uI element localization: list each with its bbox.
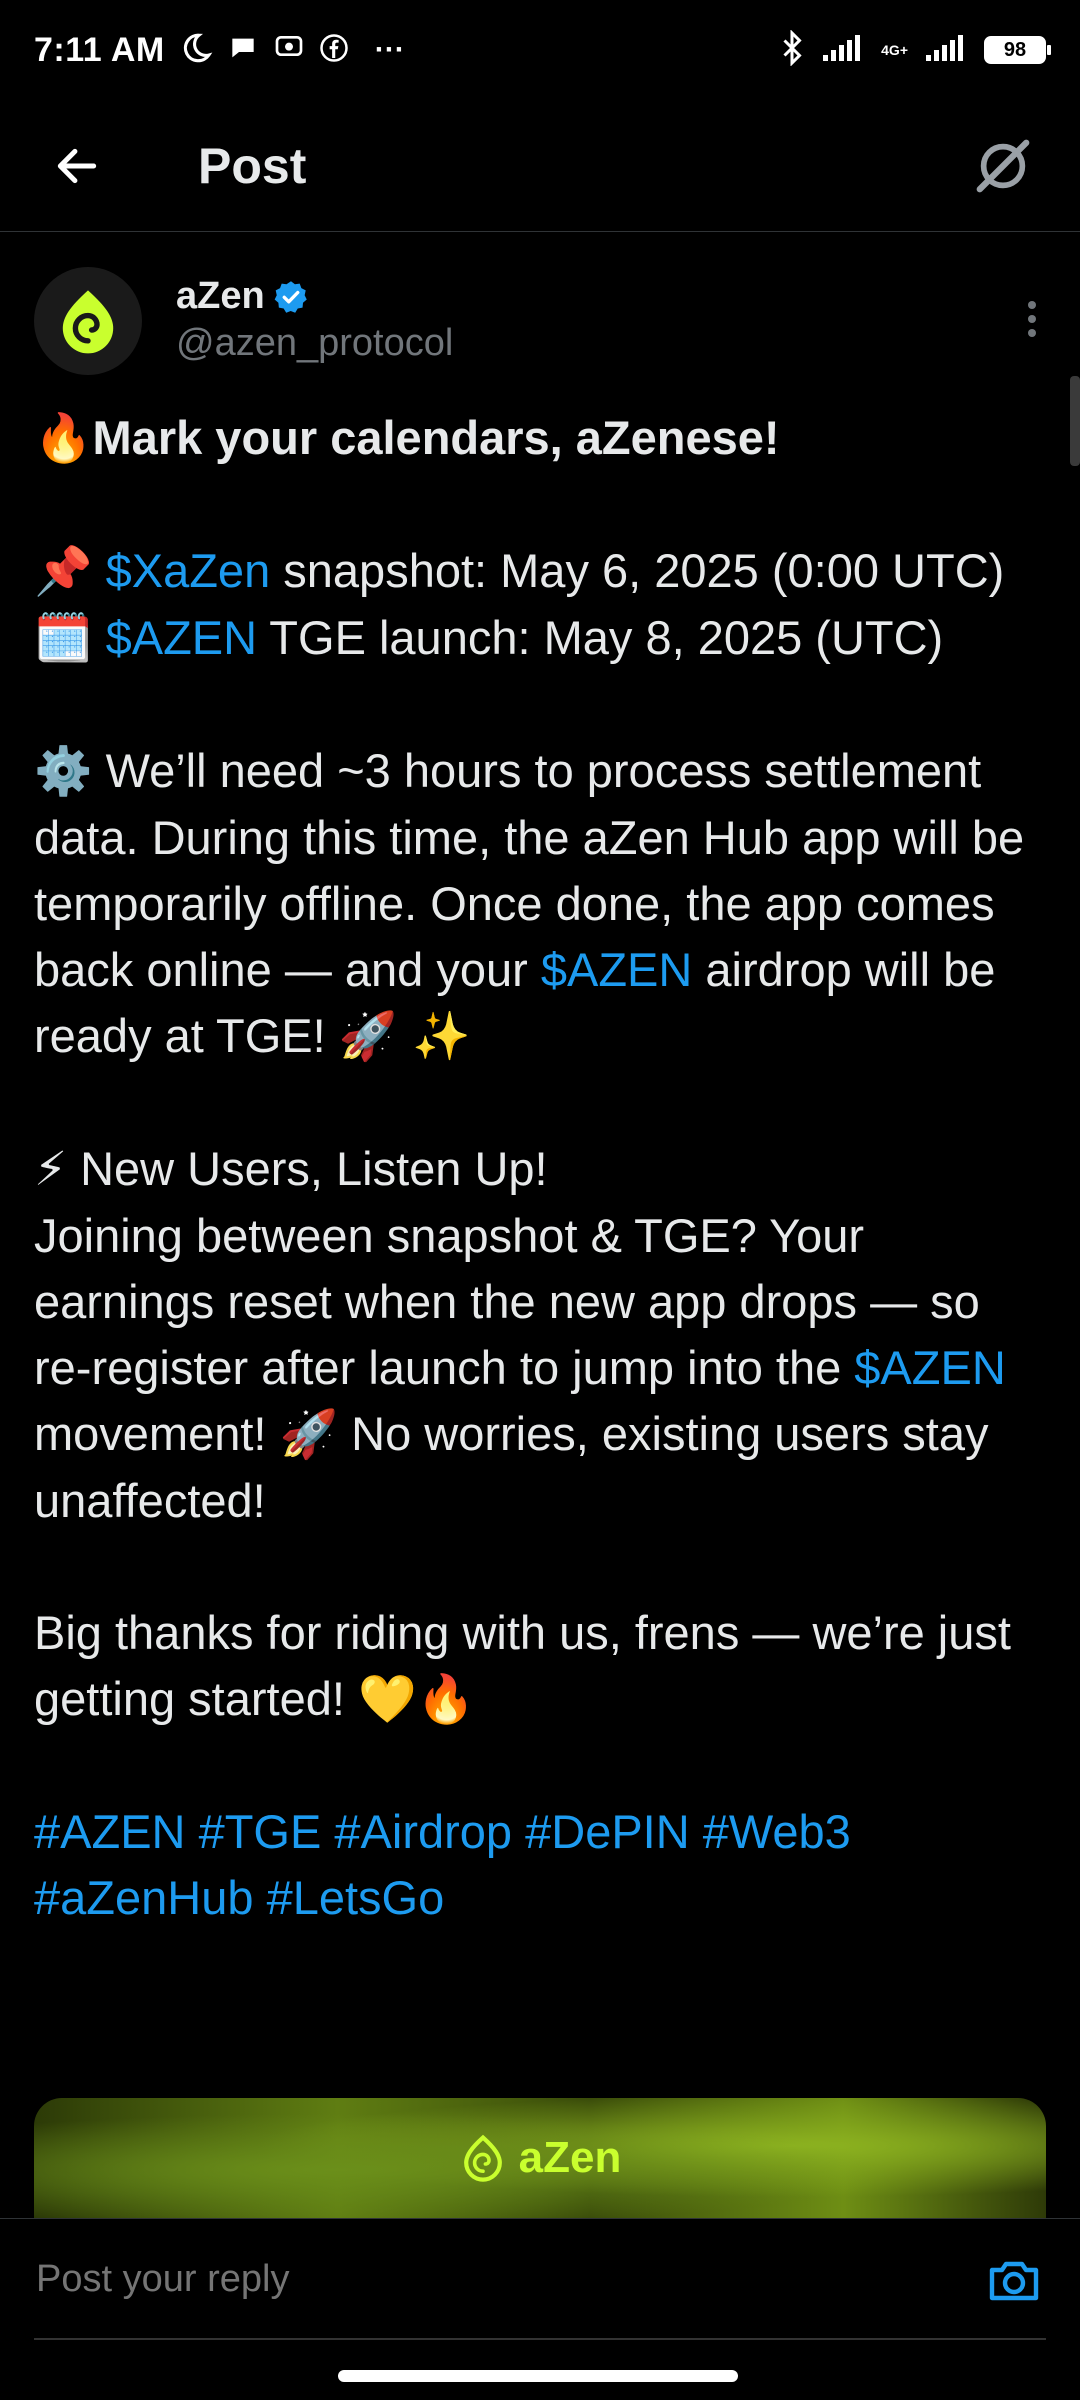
gear-emoji: ⚙️ — [34, 744, 93, 799]
new-users-text-b: movement! — [34, 1407, 280, 1460]
rocket-sparkles-emoji: 🚀 ✨ — [338, 1009, 471, 1064]
new-users-paragraph: Joining between snapshot & TGE? Your ear… — [34, 1203, 1046, 1534]
rocket-emoji: 🚀 — [279, 1407, 339, 1462]
post-author-row: aZen @azen_protocol — [0, 233, 1080, 375]
more-vertical-icon — [1028, 301, 1036, 337]
post-media-image[interactable]: aZen — [34, 2098, 1046, 2218]
cashtag-link[interactable]: $XaZen — [106, 544, 271, 597]
hashtag-link[interactable]: #Airdrop — [334, 1805, 512, 1858]
post: aZen @azen_protocol 🔥Mark your calendars… — [0, 233, 1080, 1931]
post-headline-text: Mark your calendars, aZenese! — [92, 411, 780, 464]
tge-line: 🗓️ $AZEN TGE launch: May 8, 2025 (UTC) — [34, 605, 1046, 672]
lightning-emoji: ⚡ — [34, 1142, 68, 1197]
status-overflow: ··· — [374, 33, 405, 66]
thanks-text: Big thanks for riding with us, frens — w… — [34, 1606, 1011, 1725]
media-logo: aZen — [459, 2133, 622, 2183]
camera-icon — [989, 2261, 1039, 2300]
signal-icon — [821, 33, 865, 68]
cashtag-link[interactable]: $AZEN — [106, 611, 258, 664]
reply-divider — [34, 2338, 1046, 2340]
snapshot-text: snapshot: May 6, 2025 (0:00 UTC) — [270, 544, 1005, 597]
hashtag-link[interactable]: #DePIN — [525, 1805, 690, 1858]
post-headline: 🔥Mark your calendars, aZenese! — [34, 405, 1046, 472]
camera-button[interactable] — [982, 2248, 1046, 2312]
status-bar: 7:11 AM ··· 4G+ 98 — [0, 0, 1080, 100]
azen-logo-icon — [62, 290, 114, 354]
status-right: 4G+ 98 — [779, 28, 1051, 71]
signal-icon-2 — [924, 33, 968, 68]
chat-bubble-icon — [227, 32, 259, 69]
grok-button[interactable] — [966, 129, 1040, 203]
azen-logo-icon — [463, 2134, 502, 2182]
verified-badge-icon — [274, 280, 307, 313]
status-time: 7:11 AM — [34, 30, 165, 69]
hashtag-link[interactable]: #LetsGo — [267, 1871, 445, 1924]
author-handle[interactable]: @azen_protocol — [176, 322, 453, 365]
cashtag-link[interactable]: $AZEN — [854, 1341, 1006, 1394]
pin-emoji: 📌 — [34, 544, 93, 599]
hashtag-link[interactable]: #TGE — [199, 1805, 322, 1858]
post-body: 🔥Mark your calendars, aZenese! 📌 $XaZen … — [0, 405, 1080, 1931]
message-app-icon — [273, 32, 305, 69]
back-button[interactable] — [40, 129, 114, 203]
fire-emoji: 🔥 — [34, 411, 93, 466]
calendar-emoji: 🗓️ — [34, 611, 93, 666]
top-app-bar: Post — [0, 100, 1080, 232]
media-logo-text: aZen — [518, 2133, 622, 2182]
battery-icon: 98 — [984, 36, 1051, 64]
author-name-line: aZen — [176, 275, 453, 318]
cashtag-link[interactable]: $AZEN — [541, 943, 693, 996]
page-title: Post — [198, 137, 307, 194]
network-type: 4G+ — [881, 42, 908, 58]
new-users-text-a: Joining between snapshot & TGE? Your ear… — [34, 1209, 980, 1394]
hashtag-link[interactable]: #aZenHub — [34, 1871, 254, 1924]
settlement-paragraph: ⚙️ We’ll need ~3 hours to process settle… — [34, 738, 1046, 1070]
status-left: 7:11 AM ··· — [34, 31, 405, 70]
tge-text: TGE launch: May 8, 2025 (UTC) — [257, 611, 944, 664]
home-indicator[interactable] — [338, 2370, 738, 2382]
reply-input[interactable] — [34, 2238, 982, 2321]
snapshot-line: 📌 $XaZen snapshot: May 6, 2025 (0:00 UTC… — [34, 538, 1046, 605]
heart-fire-emoji: 💛🔥 — [357, 1672, 476, 1727]
hashtag-link[interactable]: #AZEN — [34, 1805, 186, 1858]
new-users-heading: ⚡ New Users, Listen Up! — [34, 1136, 1046, 1203]
thanks-paragraph: Big thanks for riding with us, frens — w… — [34, 1600, 1046, 1733]
grok-icon — [976, 139, 1030, 192]
battery-level: 98 — [1003, 38, 1027, 61]
moon-icon — [179, 31, 213, 70]
author-name[interactable]: aZen — [176, 275, 265, 318]
reply-bar — [0, 2218, 1080, 2340]
bluetooth-icon — [779, 28, 805, 71]
back-arrow-icon — [57, 148, 97, 183]
scrollbar-thumb[interactable] — [1070, 376, 1080, 466]
avatar[interactable] — [34, 267, 142, 375]
new-users-heading-text: New Users, Listen Up! — [67, 1142, 548, 1195]
facebook-icon — [319, 33, 349, 68]
author-info: aZen @azen_protocol — [176, 267, 453, 365]
hashtag-link[interactable]: #Web3 — [703, 1805, 851, 1858]
more-options-button[interactable] — [1012, 289, 1052, 349]
hashtags: #AZEN #TGE #Airdrop #DePIN #Web3 #aZenHu… — [34, 1799, 1046, 1931]
